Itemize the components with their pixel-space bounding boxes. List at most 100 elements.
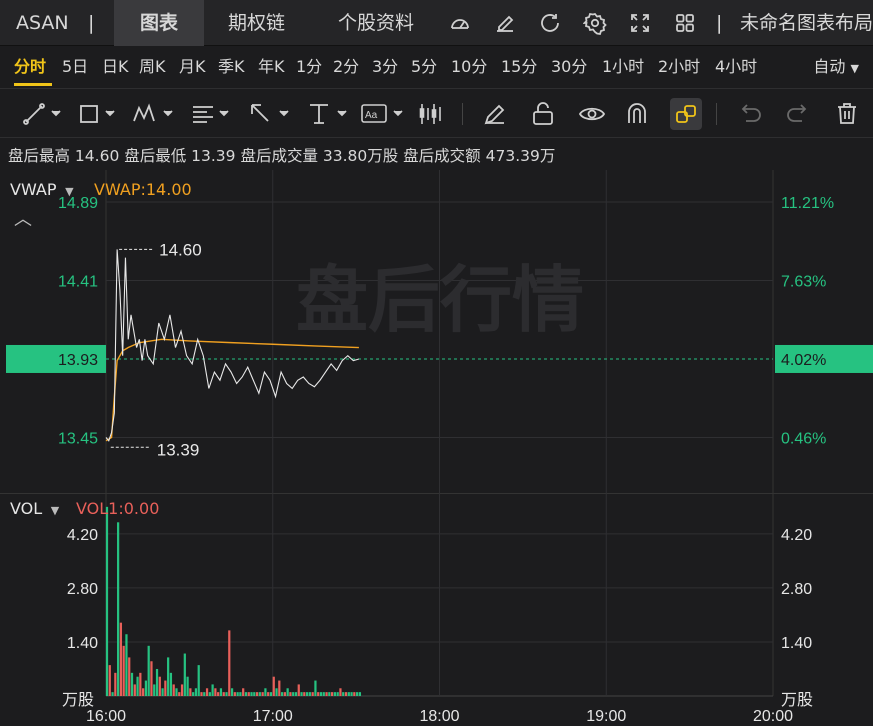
volume-bar <box>214 688 217 696</box>
period-10[interactable]: 5分 <box>411 46 437 88</box>
tab-chart[interactable]: 图表 <box>114 0 204 46</box>
pattern-tool-icon[interactable] <box>132 99 178 129</box>
period-13[interactable]: 30分 <box>551 46 587 88</box>
eye-icon[interactable] <box>578 99 606 129</box>
refresh-icon[interactable] <box>538 11 562 35</box>
rectangle-tool-icon[interactable] <box>78 99 120 129</box>
indicator-name[interactable]: VWAP ▼ <box>10 180 74 199</box>
current-pct-label: 4.02% <box>781 352 826 369</box>
period-6[interactable]: 年K <box>258 46 285 88</box>
volume-bar <box>228 630 231 696</box>
fibonacci-tool-icon[interactable] <box>190 99 234 129</box>
vol-y-tick-right: 1.40 <box>781 635 812 652</box>
volume-bar <box>192 692 195 696</box>
period-9[interactable]: 3分 <box>372 46 398 88</box>
volume-bar <box>292 692 295 696</box>
volume-bar <box>139 672 142 696</box>
scale-mode-label: 自动 <box>813 57 846 76</box>
volume-bar <box>203 692 206 696</box>
low-marker-label: 13.39 <box>157 440 200 459</box>
volume-bar <box>283 692 286 696</box>
text-tool-icon[interactable]: Aa <box>360 99 408 129</box>
period-16[interactable]: 4小时 <box>715 46 757 88</box>
scale-mode-dropdown[interactable]: 自动 ▼ <box>813 46 859 88</box>
volume-bar <box>289 692 292 696</box>
period-12[interactable]: 15分 <box>501 46 537 88</box>
volume-bar <box>205 688 209 696</box>
vol-y-tick-left: 2.80 <box>67 581 98 598</box>
pen-icon[interactable] <box>482 99 508 129</box>
volume-bar <box>236 692 239 696</box>
volume-bar <box>303 692 306 696</box>
volume-bar <box>322 692 325 696</box>
link-icon[interactable] <box>670 98 702 130</box>
edit-icon[interactable] <box>493 11 517 35</box>
volume-bar <box>300 692 303 696</box>
indicator-label: VWAP <box>10 180 57 199</box>
volume-bar <box>172 684 175 696</box>
volume-bar <box>258 692 261 696</box>
period-bar: 分时 5日 日K 周K 月K 季K 年K 1分 2分 3分 5分 10分 15分 30分 1小时 2小时 4小时… <box>0 46 873 88</box>
period-0[interactable]: 分时 <box>14 46 46 88</box>
volume-bar <box>255 692 259 696</box>
tab-options-chain[interactable]: 期权链 <box>228 0 285 46</box>
after-hours-stats: 盘后最高 14.60 盘后最低 13.39 盘后成交量 33.80万股 盘后成交… <box>8 147 556 165</box>
volume-bar <box>278 680 281 696</box>
candlestick-icon[interactable] <box>418 99 446 129</box>
volume-bar <box>197 665 200 696</box>
redo-icon[interactable] <box>784 99 812 129</box>
price-chart[interactable]: 盘后行情 14.89 11.21%14.41 7.63%13.93 4.02%13.4… <box>0 170 873 493</box>
volume-bar <box>230 688 234 696</box>
volume-bar <box>280 692 284 696</box>
trash-icon[interactable] <box>834 99 860 129</box>
volume-bar <box>167 657 170 696</box>
volume-bar <box>219 688 223 696</box>
active-period-indicator <box>14 83 52 86</box>
speedometer-icon[interactable] <box>448 11 472 35</box>
volume-bar <box>305 692 309 696</box>
period-3[interactable]: 周K <box>139 46 166 88</box>
undo-icon[interactable] <box>736 99 764 129</box>
volume-bar <box>294 692 298 696</box>
magnet-icon[interactable] <box>624 99 650 129</box>
period-11[interactable]: 10分 <box>451 46 487 88</box>
lock-icon[interactable] <box>530 99 556 129</box>
vwap-value: VWAP:14.00 <box>94 180 192 199</box>
y-tick-left: 13.45 <box>58 430 98 447</box>
fullscreen-icon[interactable] <box>628 11 652 35</box>
period-4[interactable]: 月K <box>179 46 206 88</box>
y-tick-right: 11.21% <box>781 195 834 212</box>
volume-bar <box>339 688 342 696</box>
tab-stock-profile[interactable]: 个股资料 <box>338 0 414 46</box>
grid-icon[interactable] <box>673 11 697 35</box>
line-tool-icon[interactable] <box>22 99 64 129</box>
volume-bar <box>342 692 345 696</box>
layout-name[interactable]: 未命名图表布局 <box>740 0 873 46</box>
volume-bar <box>286 688 289 696</box>
period-1[interactable]: 5日 <box>62 46 88 88</box>
volume-bar <box>247 692 250 696</box>
period-15[interactable]: 2小时 <box>658 46 700 88</box>
after-hours-watermark: 盘后行情 <box>296 258 584 342</box>
measure-tool-icon[interactable] <box>306 99 350 129</box>
volume-bar <box>253 692 256 696</box>
volume-bar <box>314 680 317 696</box>
period-5[interactable]: 季K <box>218 46 245 88</box>
period-8[interactable]: 2分 <box>333 46 359 88</box>
volume-bar <box>336 692 339 696</box>
period-14[interactable]: 1小时 <box>602 46 644 88</box>
volume-indicator-name[interactable]: VOL ▼ <box>10 499 59 518</box>
volume-bar <box>331 692 334 696</box>
current-price-label: 13.93 <box>58 352 98 369</box>
period-7[interactable]: 1分 <box>296 46 322 88</box>
arrow-tool-icon[interactable] <box>248 99 292 129</box>
volume-bar <box>164 680 167 696</box>
volume-bar <box>261 692 264 696</box>
collapse-icon[interactable]: ︿ <box>14 205 32 231</box>
period-2[interactable]: 日K <box>102 46 129 88</box>
volume-chart[interactable]: 4.20 4.202.80 2.801.40 1.40万股 万股16:00 17:00 18… <box>0 493 873 726</box>
settings-icon[interactable] <box>582 11 607 36</box>
ticker-symbol[interactable]: ASAN <box>16 0 69 46</box>
volume-bar <box>208 692 211 696</box>
volume-bar <box>333 692 337 696</box>
